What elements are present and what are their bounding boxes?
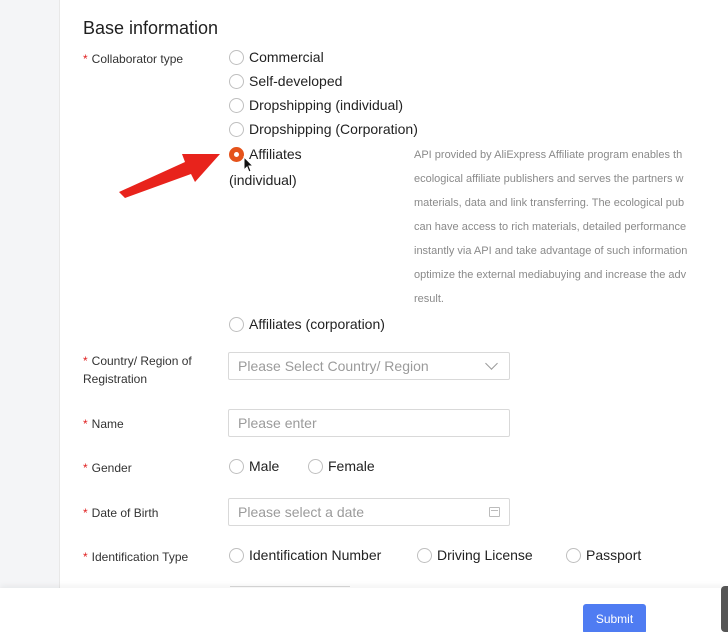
radio-circle-checked[interactable] (229, 146, 244, 162)
radio-circle[interactable] (229, 121, 244, 137)
radio-circle[interactable] (417, 547, 432, 563)
affiliates-description: API provided by AliExpress Affiliate pro… (414, 149, 688, 305)
identification-type-label: * Identification Type (83, 550, 189, 564)
annotation-arrow-icon (119, 154, 220, 198)
radio-affiliates-corporation[interactable]: Affiliates (corporation) (229, 316, 385, 332)
radio-dropshipping-individual[interactable]: Dropshipping (individual) (229, 97, 403, 113)
submit-button[interactable]: Submit (583, 604, 646, 632)
radio-circle[interactable] (229, 458, 244, 474)
collaborator-type-label: * Collaborator type (83, 52, 184, 66)
radio-dropshipping-corporation[interactable]: Dropshipping (Corporation) (229, 121, 418, 137)
country-region-label: * Country/ Region of Registration (83, 354, 192, 386)
radio-circle[interactable] (229, 49, 244, 65)
radio-passport[interactable]: Passport (566, 547, 641, 563)
radio-female[interactable]: Female (308, 458, 375, 474)
required-mark: * (83, 52, 88, 66)
section-title: Base information (83, 18, 219, 38)
radio-circle[interactable] (229, 73, 244, 89)
radio-male[interactable]: Male (229, 458, 279, 474)
radio-identification-number[interactable]: Identification Number (229, 547, 381, 563)
side-tab[interactable] (721, 586, 728, 632)
left-gutter (0, 0, 60, 588)
radio-circle[interactable] (229, 547, 244, 563)
radio-self-developed[interactable]: Self-developed (229, 73, 342, 89)
mouse-cursor-icon (243, 156, 255, 173)
radio-affiliates-individual[interactable]: Affiliates (229, 146, 302, 162)
radio-circle[interactable] (566, 547, 581, 563)
date-of-birth-picker[interactable]: Please select a date (228, 498, 510, 526)
radio-circle[interactable] (229, 97, 244, 113)
radio-commercial[interactable]: Commercial (229, 49, 324, 65)
country-region-select[interactable]: Please Select Country/ Region (228, 352, 510, 380)
radio-circle[interactable] (229, 316, 244, 332)
name-input[interactable]: Please enter (228, 409, 510, 437)
affiliates-individual-sublabel: (individual) (229, 172, 297, 188)
radio-driving-license[interactable]: Driving License (417, 547, 533, 563)
arrow-shape (119, 154, 220, 198)
date-of-birth-label: * Date of Birth (83, 506, 159, 520)
gender-label: * Gender (83, 461, 132, 475)
chevron-down-icon (485, 357, 498, 370)
radio-circle[interactable] (308, 458, 323, 474)
calendar-icon (489, 507, 500, 517)
name-label: * Name (83, 417, 124, 431)
